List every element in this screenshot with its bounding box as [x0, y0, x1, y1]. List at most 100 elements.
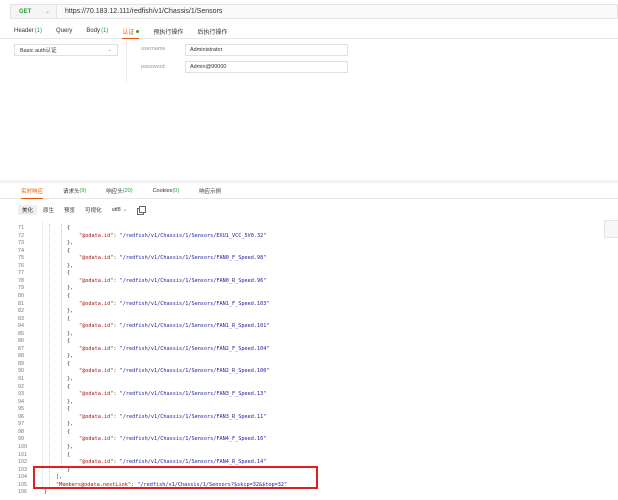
tab-response-1[interactable]: 请求头 (9)	[63, 183, 86, 198]
tab-label: Cookies	[152, 187, 173, 194]
response-tabs: 实时响应 请求头 (9) 响应头 (20) Cookies (0) 响应示例	[0, 183, 618, 199]
json-punctuation: },	[67, 421, 74, 428]
json-string: "/redfish/v1/Chassis/1/Sensors/FAN1_R_Sp…	[119, 323, 270, 330]
view-mode-button[interactable]: 美化	[18, 204, 38, 215]
tab-response-3[interactable]: Cookies (0)	[153, 183, 180, 198]
view-mode-button[interactable]: 可视化	[81, 205, 106, 215]
username-value: Administrator	[190, 47, 223, 53]
copy-icon[interactable]	[137, 206, 146, 215]
view-mode-button[interactable]: 预览	[60, 205, 79, 215]
tab-response-0[interactable]: 实时响应	[21, 183, 44, 199]
line-number: 85	[18, 330, 24, 337]
method-label: GET	[19, 8, 32, 15]
line-number: 78	[18, 277, 24, 284]
encoding-select[interactable]: utf8 ⌄	[108, 205, 132, 215]
line-number: 83	[18, 315, 24, 322]
response-body-viewer[interactable]: 71 {72 "@odata.id": "/redfish/v1/Chassis/1…	[0, 222, 618, 500]
tab-request-3[interactable]: 认证	[122, 24, 140, 39]
line-number: 103	[18, 466, 27, 473]
divider	[126, 40, 127, 82]
line-number: 73	[18, 240, 24, 247]
json-key: "@odata.id"	[79, 323, 114, 330]
tab-count: (0)	[172, 187, 180, 194]
code-line: {	[67, 248, 70, 254]
json-key: "@odata.id"	[79, 277, 114, 284]
password-field[interactable]: Admin@90000	[185, 61, 348, 73]
tab-request-0[interactable]: Header (1)	[14, 24, 42, 38]
chevron-down-icon: ⌄	[107, 47, 112, 53]
code-line: {	[67, 225, 70, 231]
chevron-down-icon: ⌄	[44, 9, 50, 15]
code-line: },	[67, 399, 73, 405]
json-punctuation: {	[67, 225, 71, 231]
json-string: "/redfish/v1/Chassis/1/Sensors/FAN3_R_Sp…	[119, 413, 267, 420]
view-mode-button[interactable]: 原生	[39, 205, 58, 215]
json-punctuation: },	[67, 308, 74, 315]
tab-request-2[interactable]: Body (1)	[86, 24, 108, 38]
line-number: 76	[18, 262, 24, 269]
encoding-value: utf8	[111, 206, 121, 213]
tab-label: 响应头	[106, 188, 123, 195]
code-line: },	[67, 308, 73, 314]
json-key: "@odata.id"	[79, 232, 114, 239]
method-select[interactable]: GET ⌄	[11, 5, 57, 18]
tab-request-1[interactable]: Query	[56, 24, 72, 38]
json-punctuation: {	[67, 338, 71, 345]
url-input[interactable]: https://70.183.12.111/redfish/v1/Chassis…	[57, 8, 222, 15]
code-line: {	[67, 406, 70, 412]
code-line: "@odata.id": "/redfish/v1/Chassis/1/Sens…	[79, 278, 266, 284]
json-punctuation: {	[67, 360, 71, 367]
line-number: 88	[18, 353, 24, 360]
json-punctuation: },	[67, 330, 74, 337]
tab-label: 认证	[122, 29, 135, 36]
code-line: "@odata.id": "/redfish/v1/Chassis/1/Sens…	[79, 346, 270, 352]
code-line: }	[44, 489, 47, 495]
code-line: {	[67, 270, 70, 276]
json-punctuation: {	[67, 406, 71, 413]
json-punctuation: },	[67, 398, 74, 405]
code-line: "@odata.id": "/redfish/v1/Chassis/1/Sens…	[79, 414, 266, 420]
line-number: 72	[18, 232, 24, 239]
line-number: 89	[18, 360, 24, 367]
code-line: },	[67, 285, 73, 291]
json-key: "@odata.id"	[79, 345, 114, 352]
indent-guide	[61, 224, 62, 470]
url-bar[interactable]: GET ⌄ https://70.183.12.111/redfish/v1/C…	[10, 4, 618, 19]
code-line: },	[67, 421, 73, 427]
code-line: "@odata.id": "/redfish/v1/Chassis/1/Sens…	[79, 233, 266, 239]
code-line: {	[67, 338, 70, 344]
code-line: "@odata.id": "/redfish/v1/Chassis/1/Sens…	[79, 323, 270, 329]
code-line: "@odata.id": "/redfish/v1/Chassis/1/Sens…	[79, 459, 266, 465]
code-line: },	[67, 240, 73, 246]
highlight-annotation	[33, 466, 318, 489]
code-line: {	[67, 316, 70, 322]
tab-response-2[interactable]: 响应头 (20)	[106, 183, 132, 198]
json-punctuation: },	[67, 285, 74, 292]
username-field[interactable]: Administrator	[185, 44, 348, 56]
line-number: 77	[18, 270, 24, 277]
code-line: "@odata.id": "/redfish/v1/Chassis/1/Sens…	[79, 436, 266, 442]
json-string: "/redfish/v1/Chassis/1/Sensors/FAN2_F_Sp…	[119, 345, 270, 352]
line-number: 102	[18, 459, 27, 466]
json-punctuation: {	[67, 451, 71, 458]
code-line: "@odata.id": "/redfish/v1/Chassis/1/Sens…	[79, 368, 270, 374]
json-punctuation: },	[67, 443, 74, 450]
code-line: "@odata.id": "/redfish/v1/Chassis/1/Sens…	[79, 391, 266, 397]
password-label: password	[141, 64, 165, 70]
line-number: 98	[18, 428, 24, 435]
tab-count: (1)	[101, 28, 109, 34]
tab-label: 预执行操作	[153, 29, 184, 36]
auth-type-select[interactable]: Basic auth认证 ⌄	[14, 44, 118, 56]
code-line: },	[67, 376, 73, 382]
json-key: "@odata.id"	[79, 391, 114, 398]
json-punctuation: {	[67, 270, 71, 277]
tab-response-4[interactable]: 响应示例	[199, 183, 221, 198]
status-dot-icon	[136, 29, 140, 33]
line-number: 99	[18, 436, 24, 443]
json-string: "/redfish/v1/Chassis/1/Sensors/FAN0_R_Sp…	[119, 277, 267, 284]
tab-request-4[interactable]: 预执行操作	[153, 24, 183, 38]
json-punctuation: {	[67, 383, 71, 390]
json-punctuation: {	[67, 315, 71, 322]
tab-request-5[interactable]: 后执行操作	[197, 24, 227, 38]
line-number: 94	[18, 398, 24, 405]
